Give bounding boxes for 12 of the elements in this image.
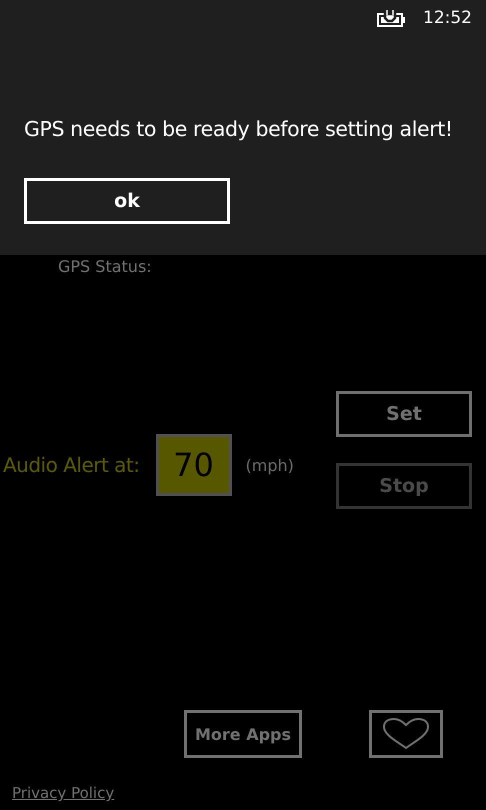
- favorite-button[interactable]: [369, 710, 443, 758]
- dialog-message: GPS needs to be ready before setting alert!: [24, 117, 454, 141]
- clock-time: 12:52: [423, 8, 472, 28]
- more-apps-button[interactable]: More Apps: [184, 710, 302, 758]
- speed-input-field[interactable]: 70: [156, 434, 232, 496]
- action-button[interactable]: Set: [336, 391, 472, 437]
- gps-status-label: GPS Status:: [58, 257, 153, 276]
- ok-button[interactable]: ok: [24, 178, 230, 224]
- unit-label: (mph): [246, 456, 294, 474]
- heart-icon: [380, 717, 432, 751]
- privacy-policy-link[interactable]: Privacy Policy: [12, 784, 114, 802]
- alert-label: Audio Alert at:: [3, 453, 140, 477]
